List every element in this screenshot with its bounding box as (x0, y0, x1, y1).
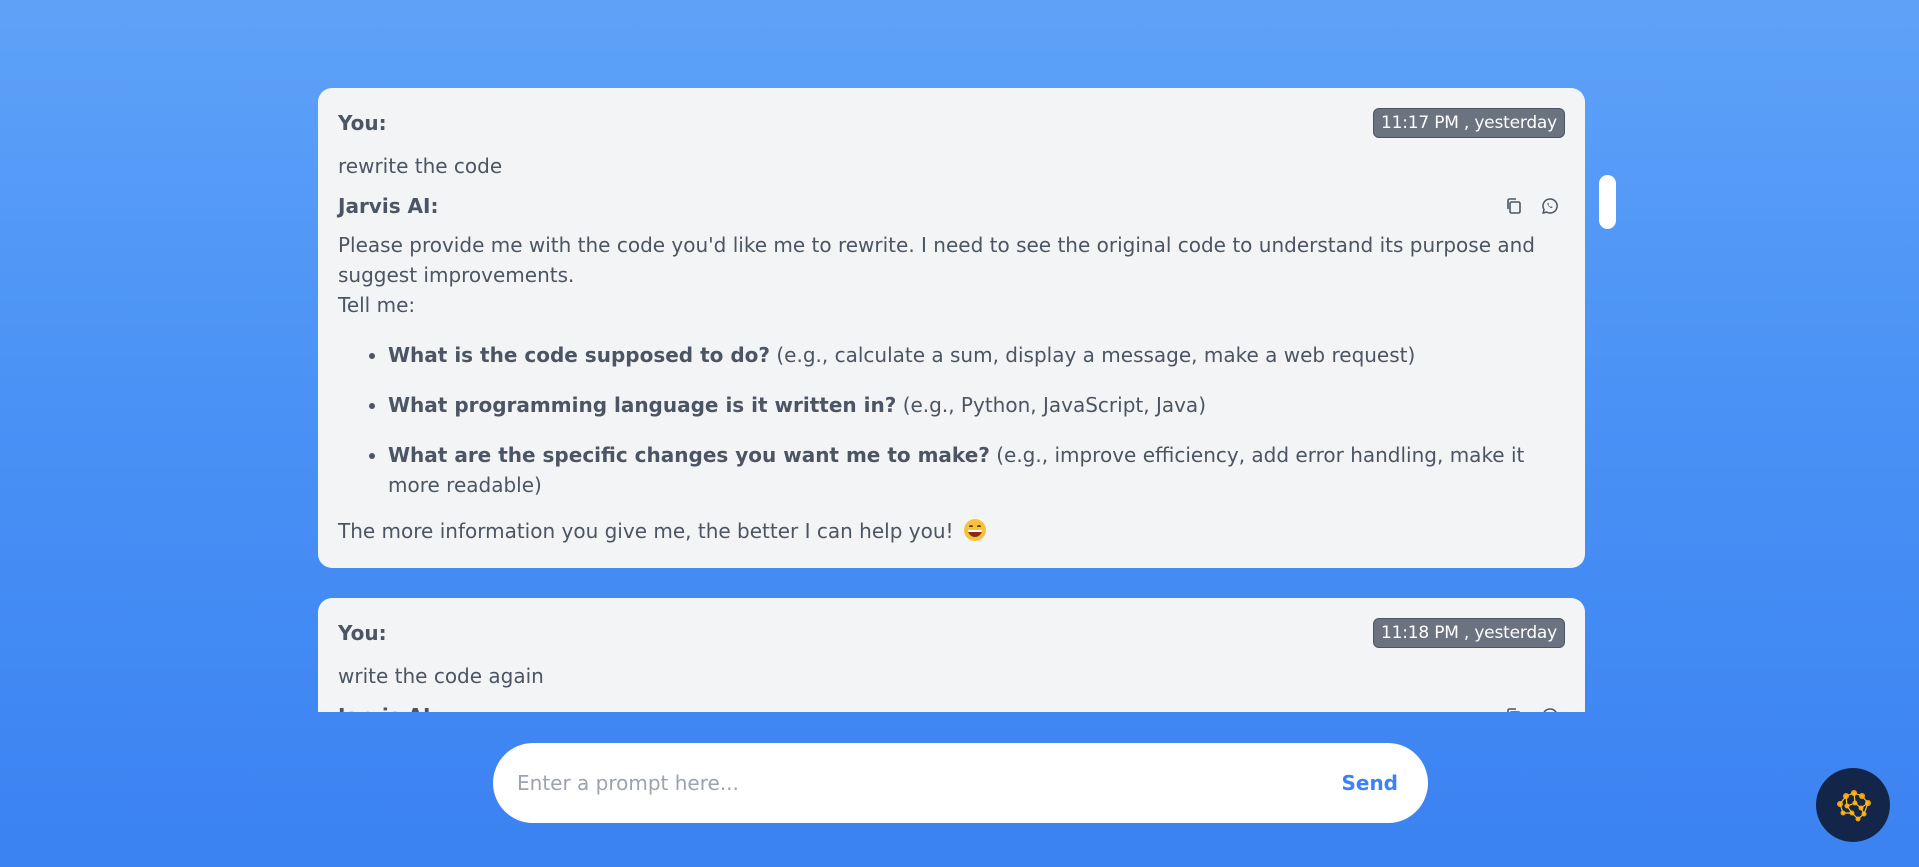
ai-prompt-line: Tell me: (338, 293, 416, 317)
ai-label: Jarvis AI: (338, 194, 439, 218)
list-item: What programming language is it written … (388, 390, 1565, 420)
ai-outro-line: The more information you give me, the be… (338, 516, 1565, 546)
ai-intro: Please provide me with the code you'd li… (338, 233, 1536, 287)
whatsapp-icon[interactable] (1539, 705, 1561, 712)
whatsapp-icon[interactable] (1539, 195, 1561, 217)
list-item-text: (e.g., Python, JavaScript, Java) (896, 393, 1206, 417)
ai-outro: The more information you give me, the be… (338, 519, 954, 543)
message-card: You: 11:18 PM , yesterday write the code… (318, 598, 1585, 712)
scrollbar-thumb[interactable] (1599, 175, 1616, 229)
message-actions (1503, 195, 1561, 217)
list-item: What are the specific changes you want m… (388, 440, 1565, 500)
list-item-bold: What are the specific changes you want m… (388, 443, 990, 467)
user-header: You: 11:17 PM , yesterday (338, 108, 1565, 138)
ai-response: Please provide me with the code you'd li… (338, 230, 1565, 546)
ai-label: Jarvis AI: (338, 704, 438, 712)
prompt-bar: Send (493, 743, 1428, 823)
list-item-bold: What is the code supposed to do? (388, 343, 770, 367)
ai-question-list: What is the code supposed to do? (e.g., … (388, 340, 1565, 500)
send-button[interactable]: Send (1341, 771, 1398, 795)
chat-history[interactable]: You: 11:17 PM , yesterday rewrite the co… (318, 88, 1585, 712)
message-card: You: 11:17 PM , yesterday rewrite the co… (318, 88, 1585, 568)
list-item-text: (e.g., calculate a sum, display a messag… (770, 343, 1416, 367)
message-actions (1503, 705, 1561, 712)
timestamp-badge: 11:17 PM , yesterday (1373, 108, 1565, 138)
ai-header: Jarvis AI: (338, 704, 1565, 712)
user-header: You: 11:18 PM , yesterday (338, 618, 1565, 648)
timestamp-badge: 11:18 PM , yesterday (1373, 618, 1565, 648)
copy-icon[interactable] (1503, 195, 1525, 217)
brain-icon[interactable] (1816, 768, 1890, 842)
list-item: What is the code supposed to do? (e.g., … (388, 340, 1565, 370)
copy-icon[interactable] (1503, 705, 1525, 712)
grinning-face-icon (963, 519, 986, 541)
list-item-bold: What programming language is it written … (388, 393, 897, 417)
prompt-input[interactable] (517, 771, 1342, 795)
user-message: rewrite the code (338, 154, 503, 178)
user-label: You: (338, 111, 387, 135)
ai-header: Jarvis AI: (338, 194, 1565, 218)
user-message: write the code again (338, 664, 544, 688)
user-label: You: (338, 621, 387, 645)
